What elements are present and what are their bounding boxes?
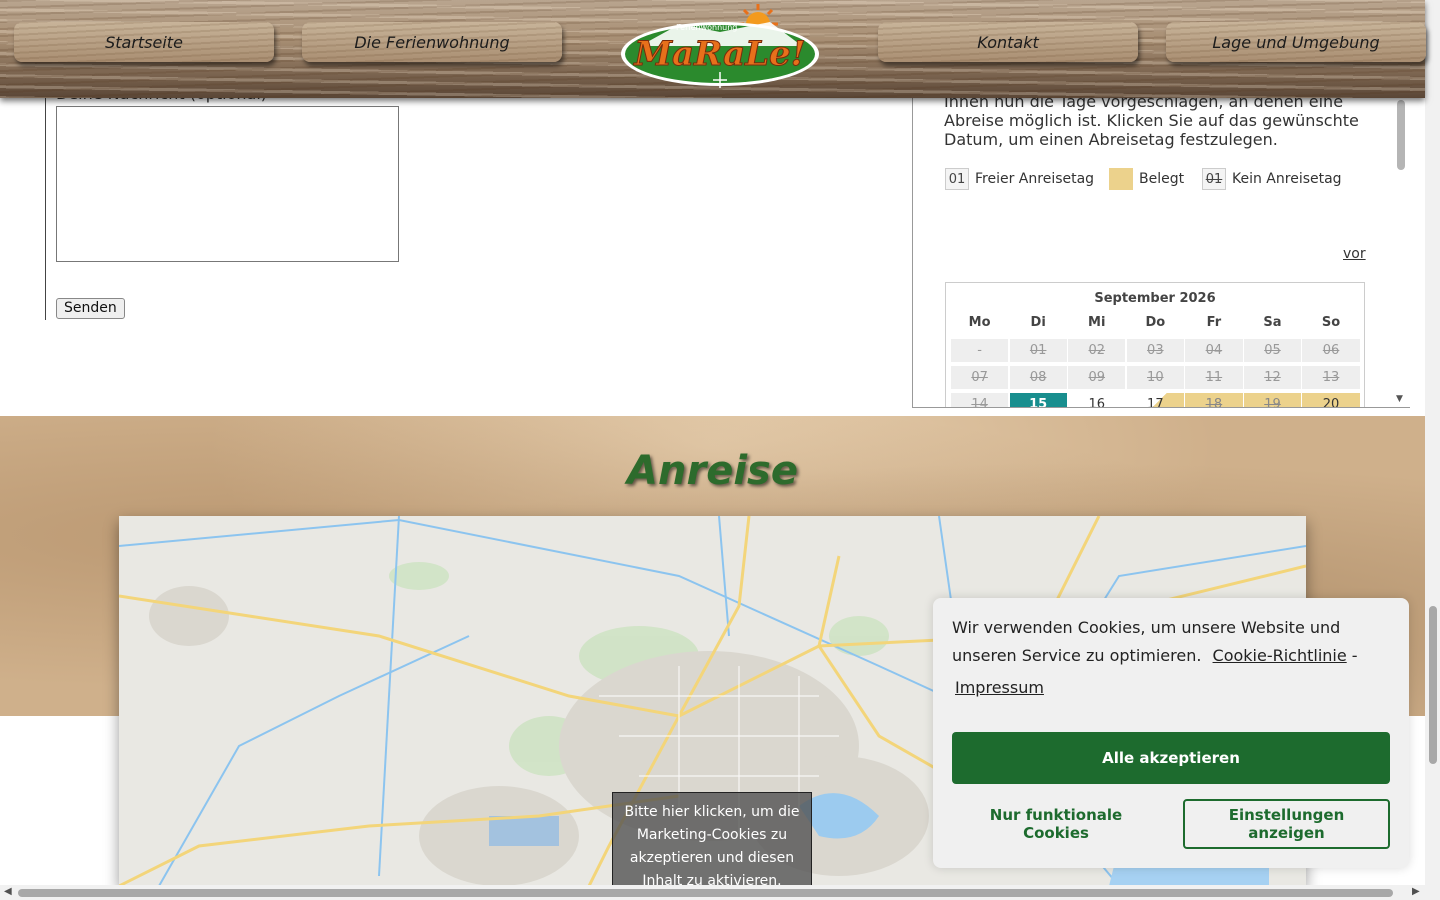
- calendar-day: 10: [1126, 366, 1184, 389]
- nav-startseite[interactable]: Startseite: [14, 22, 274, 62]
- cookie-policy-link[interactable]: Cookie-Richtlinie: [1213, 646, 1347, 665]
- cookie-separator: -: [1346, 646, 1358, 665]
- booking-widget: Ihnen nun die Tage vorgeschlagen, an den…: [912, 98, 1410, 408]
- imprint-link[interactable]: Impressum: [955, 678, 1044, 697]
- calendar-day: 08: [1009, 366, 1067, 389]
- scroll-right-icon[interactable]: ▶: [1412, 886, 1420, 897]
- calendar-day[interactable]: 17: [1126, 393, 1184, 407]
- page-horizontal-scrollbar-thumb[interactable]: [18, 889, 1393, 897]
- logo-graphic: MaRaLe! Ferienwohnung: [621, 4, 819, 88]
- calendar-day: 11: [1185, 366, 1243, 389]
- anreise-title: Anreise: [627, 448, 798, 494]
- contact-form: Deine Nachricht (optional) Senden: [45, 84, 910, 320]
- nav-ferienwohnung[interactable]: Die Ferienwohnung: [302, 22, 562, 62]
- functional-cookies-button[interactable]: Nur funktionale Cookies: [952, 799, 1160, 849]
- calendar-day: 09: [1068, 366, 1126, 389]
- nav-lage-umgebung[interactable]: Lage und Umgebung: [1166, 22, 1426, 62]
- legend-no-arrival-label: Kein Anreisetag: [1232, 171, 1342, 187]
- calendar-day: 19: [1243, 393, 1302, 407]
- message-textarea[interactable]: [56, 106, 399, 262]
- legend-booked-label: Belegt: [1139, 171, 1185, 187]
- legend-free-label: Freier Anreisetag: [975, 171, 1095, 187]
- site-header: Startseite Die Ferienwohnung MaRaLe! Fer…: [0, 0, 1425, 98]
- calendar-day: 05: [1243, 339, 1302, 362]
- scroll-down-icon[interactable]: ▼: [1396, 394, 1403, 404]
- legend-booked: Belegt: [1109, 168, 1184, 190]
- calendar-day: 03: [1126, 339, 1184, 362]
- calendar-day: 12: [1243, 366, 1302, 389]
- legend-free-swatch: 01: [945, 168, 969, 190]
- booking-scrollbar-thumb[interactable]: [1397, 100, 1405, 170]
- weekday-sa: Sa: [1263, 315, 1282, 330]
- calendar-days: -01 02 03 04 05 06 07 08 09 10 11 12 13 14 15 16 17 18 19 2…: [951, 339, 1361, 407]
- scroll-left-icon[interactable]: ◀: [4, 886, 12, 897]
- weekday-do: Do: [1145, 315, 1166, 330]
- legend-free: 01 Freier Anreisetag: [945, 168, 1094, 190]
- weekday-so: So: [1321, 315, 1341, 330]
- weekday-mi: Mi: [1088, 315, 1106, 330]
- cookie-banner: Wir verwenden Cookies, um unsere Website…: [933, 598, 1409, 868]
- calendar-next-link[interactable]: vor: [1343, 246, 1366, 262]
- accept-all-button[interactable]: Alle akzeptieren: [952, 732, 1390, 784]
- calendar-day: -: [951, 339, 1009, 362]
- calendar-day: 07: [951, 366, 1009, 389]
- legend-booked-swatch: [1109, 168, 1133, 190]
- calendar-day: 06: [1302, 339, 1360, 362]
- calendar-day[interactable]: 15: [1009, 393, 1067, 407]
- calendar-day: 02: [1068, 339, 1126, 362]
- calendar-month: September 2026: [1094, 291, 1216, 306]
- site-logo[interactable]: MaRaLe! Ferienwohnung: [620, 2, 820, 90]
- weekday-fr: Fr: [1206, 315, 1222, 330]
- calendar-day: 18: [1185, 393, 1243, 407]
- calendar-day: 14: [951, 393, 1009, 407]
- scrollbar-corner: [1425, 885, 1440, 900]
- cookie-text: Wir verwenden Cookies, um unsere Website…: [952, 614, 1392, 706]
- page-vertical-scrollbar-thumb[interactable]: [1429, 606, 1437, 764]
- calendar-weekdays: Mo Di Mi Do Fr Sa So: [951, 315, 1361, 330]
- weekday-mo: Mo: [968, 315, 991, 330]
- logo-name: MaRaLe!: [633, 34, 805, 74]
- page-vertical-scrollbar[interactable]: [1425, 0, 1440, 885]
- calendar: September 2026 Mo Di Mi Do Fr Sa So -01 02 03 04 0…: [945, 282, 1365, 407]
- page-horizontal-scrollbar[interactable]: ◀ ▶: [0, 885, 1425, 900]
- booking-scrollbar[interactable]: ▼: [1394, 98, 1408, 404]
- legend-no-arrival: 01 Kein Anreisetag: [1202, 168, 1342, 190]
- calendar-day: 13: [1302, 366, 1360, 389]
- weekday-di: Di: [1030, 315, 1046, 330]
- logo-tagline: Ferienwohnung: [676, 23, 737, 32]
- send-button[interactable]: Senden: [56, 298, 125, 319]
- booking-instructions: Ihnen nun die Tage vorgeschlagen, an den…: [944, 98, 1359, 149]
- calendar-day: 20: [1302, 393, 1360, 407]
- show-settings-button[interactable]: Einstellungen anzeigen: [1183, 799, 1390, 849]
- calendar-day[interactable]: 16: [1068, 393, 1126, 407]
- calendar-day: 01: [1009, 339, 1067, 362]
- calendar-day: 04: [1185, 339, 1243, 362]
- nav-kontakt[interactable]: Kontakt: [878, 22, 1138, 62]
- map-consent-overlay[interactable]: Bitte hier klicken, um die Marketing-Coo…: [612, 792, 812, 886]
- legend-no-arrival-swatch: 01: [1202, 168, 1226, 190]
